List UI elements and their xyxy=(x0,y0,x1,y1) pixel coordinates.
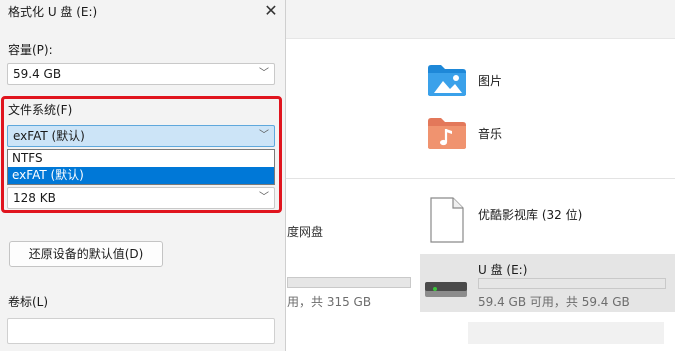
drive-usb-e[interactable]: U 盘 (E:) 59.4 GB 可用，共 59.4 GB xyxy=(420,254,675,312)
filesystem-option-exfat[interactable]: exFAT (默认) xyxy=(8,167,274,184)
chevron-down-icon: ﹀ xyxy=(259,68,269,79)
filesystem-value: exFAT (默认) xyxy=(13,129,85,143)
filesystem-option-ntfs[interactable]: NTFS xyxy=(8,150,274,167)
volume-label-label: 卷标(L) xyxy=(8,295,49,309)
volume-label-input[interactable] xyxy=(7,318,275,344)
allocation-unit-value: 128 KB xyxy=(13,191,56,205)
restore-defaults-button[interactable]: 还原设备的默认值(D) xyxy=(9,241,163,267)
capacity-label: 容量(P): xyxy=(8,43,53,57)
capacity-select[interactable]: 59.4 GB ﹀ xyxy=(7,63,275,85)
drive-youku-label: 优酷影视库 (32 位) xyxy=(478,208,583,222)
filesystem-select[interactable]: exFAT (默认) ﹀ xyxy=(7,125,275,147)
quick-access-pictures-label: 图片 xyxy=(478,73,503,88)
section-divider xyxy=(286,178,675,179)
pictures-folder-icon xyxy=(428,65,466,96)
dialog-title: 格式化 U 盘 (E:) xyxy=(8,5,98,19)
close-icon[interactable]: ✕ xyxy=(260,1,282,21)
filesystem-dropdown-list: NTFS exFAT (默认) xyxy=(7,149,275,185)
capacity-value: 59.4 GB xyxy=(13,67,62,81)
chevron-down-icon: ﹀ xyxy=(259,130,269,141)
drive-usb-label: U 盘 (E:) xyxy=(478,263,528,277)
filesystem-label: 文件系统(F) xyxy=(8,103,73,117)
drive-usb-space: 59.4 GB 可用，共 59.4 GB xyxy=(478,295,630,309)
drive-icon xyxy=(425,282,467,297)
chevron-down-icon: ﹀ xyxy=(259,192,269,203)
format-dialog: 格式化 U 盘 (E:) ✕ 容量(P): 59.4 GB ﹀ 文件系统(F) … xyxy=(0,0,286,351)
file-icon xyxy=(430,197,464,243)
blurred-watermark xyxy=(468,322,664,344)
disk-space-partial-label: 用，共 315 GB xyxy=(287,295,372,309)
disk-usage-bar-partial xyxy=(287,277,411,288)
quick-access-music-label: 音乐 xyxy=(478,126,503,141)
cloud-drive-partial-label: 度网盘 xyxy=(287,225,324,239)
quick-access-music[interactable]: 音乐 xyxy=(426,115,502,151)
drive-usb-usage-bar xyxy=(478,278,666,289)
quick-access-pictures[interactable]: 图片 xyxy=(426,62,502,98)
music-folder-icon xyxy=(428,118,466,149)
allocation-unit-select[interactable]: 128 KB ﹀ xyxy=(7,187,275,209)
explorer-toolbar xyxy=(286,0,675,39)
